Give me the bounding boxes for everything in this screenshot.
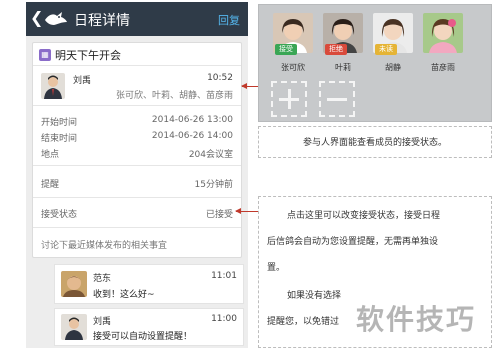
divider — [33, 105, 241, 106]
remove-member-button[interactable] — [319, 81, 355, 117]
watermark: 软件技巧 — [356, 303, 477, 336]
member-name: 张可欣 — [281, 63, 305, 72]
annotation-line: 后信鸽会自动为您设置提醒，无需再单独设 — [267, 237, 439, 247]
start-time-label: 开始时间 — [41, 118, 78, 128]
member-zhangkexin[interactable]: 接受 张可欣 — [273, 13, 313, 72]
end-time-label: 结束时间 — [41, 134, 78, 144]
commenter-avatar — [61, 314, 87, 340]
phone-screen: ❮ 日程详情 回复 ▦ 明天下午开会 刘禹 10:52 张可欣、叶莉、胡静、苗彦… — [26, 2, 248, 348]
comment-text: 接受可以自动设置提醒！ — [93, 332, 193, 342]
divider — [33, 65, 241, 66]
bird-logo-icon — [45, 12, 67, 25]
arrow-icon — [235, 208, 258, 214]
comment-item[interactable]: 范东 11:01 收到！这么好~ — [54, 264, 244, 304]
annotation-line: 置。 — [267, 263, 286, 273]
location-label: 地点 — [41, 150, 60, 160]
accept-status-label: 接受状态 — [41, 210, 78, 220]
add-member-button[interactable] — [271, 81, 307, 117]
divider — [33, 197, 241, 198]
status-badge: 接受 — [275, 44, 297, 55]
reminder-label: 提醒 — [41, 180, 60, 190]
commenter-avatar — [61, 271, 87, 297]
member-list[interactable]: 张可欣、叶莉、胡静、苗彦雨 — [116, 88, 233, 101]
created-time: 10:52 — [207, 73, 233, 83]
divider — [33, 227, 241, 228]
page-title: 日程详情 — [74, 13, 130, 29]
accept-status-value[interactable]: 已接受 — [206, 207, 233, 220]
commenter-name: 范东 — [93, 274, 112, 284]
comment-list: 范东 11:01 收到！这么好~ 刘禹 11:00 接受可以自动设置提醒！ — [54, 264, 248, 348]
member-name: 苗彦雨 — [431, 63, 455, 72]
member-avatar — [423, 13, 463, 53]
annotation-line: 点击这里可以改变接受状态，接受日程 — [287, 211, 441, 221]
reminder-value[interactable]: 15分钟前 — [195, 177, 233, 190]
comment-time: 11:00 — [211, 314, 237, 324]
commenter-name: 刘禹 — [93, 317, 112, 327]
status-badge: 拒绝 — [325, 44, 347, 55]
start-time-value: 2014-06-26 13:00 — [151, 115, 233, 125]
member-miaoyanyu[interactable]: 苗彦雨 — [423, 13, 463, 72]
member-yeli[interactable]: 拒绝 叶莉 — [323, 13, 363, 72]
member-hujing[interactable]: 未读 胡静 — [373, 13, 413, 72]
annotation-participants: 参与人界面能查看成员的接受状态。 — [258, 126, 492, 158]
end-time-value: 2014-06-26 14:00 — [151, 131, 233, 141]
reply-button[interactable]: 回复 — [218, 12, 240, 28]
arrow-icon — [241, 83, 258, 89]
divider — [33, 165, 241, 166]
organizer-avatar[interactable] — [41, 73, 65, 99]
member-name: 胡静 — [385, 63, 401, 72]
status-badge: 未读 — [375, 44, 397, 55]
location-value: 204会议室 — [188, 150, 233, 160]
comment-time: 11:01 — [211, 271, 237, 281]
top-bar: ❮ 日程详情 回复 — [26, 2, 248, 36]
member-name: 叶莉 — [335, 63, 351, 72]
event-card: ▦ 明天下午开会 刘禹 10:52 张可欣、叶莉、胡静、苗彦雨 开始时间 201… — [32, 42, 242, 258]
back-icon[interactable]: ❮ — [30, 8, 43, 27]
participants-panel: 接受 张可欣 拒绝 叶莉 未读 胡静 苗彦雨 — [258, 4, 492, 122]
comment-text: 收到！这么好~ — [93, 290, 155, 300]
organizer-name: 刘禹 — [73, 76, 92, 86]
comment-item[interactable]: 刘禹 11:00 接受可以自动设置提醒！ — [54, 308, 244, 346]
calendar-icon: ▦ — [39, 49, 51, 61]
event-title: 明天下午开会 — [55, 49, 121, 62]
event-description: 讨论下最近媒体发布的相关事宜 — [41, 241, 168, 251]
